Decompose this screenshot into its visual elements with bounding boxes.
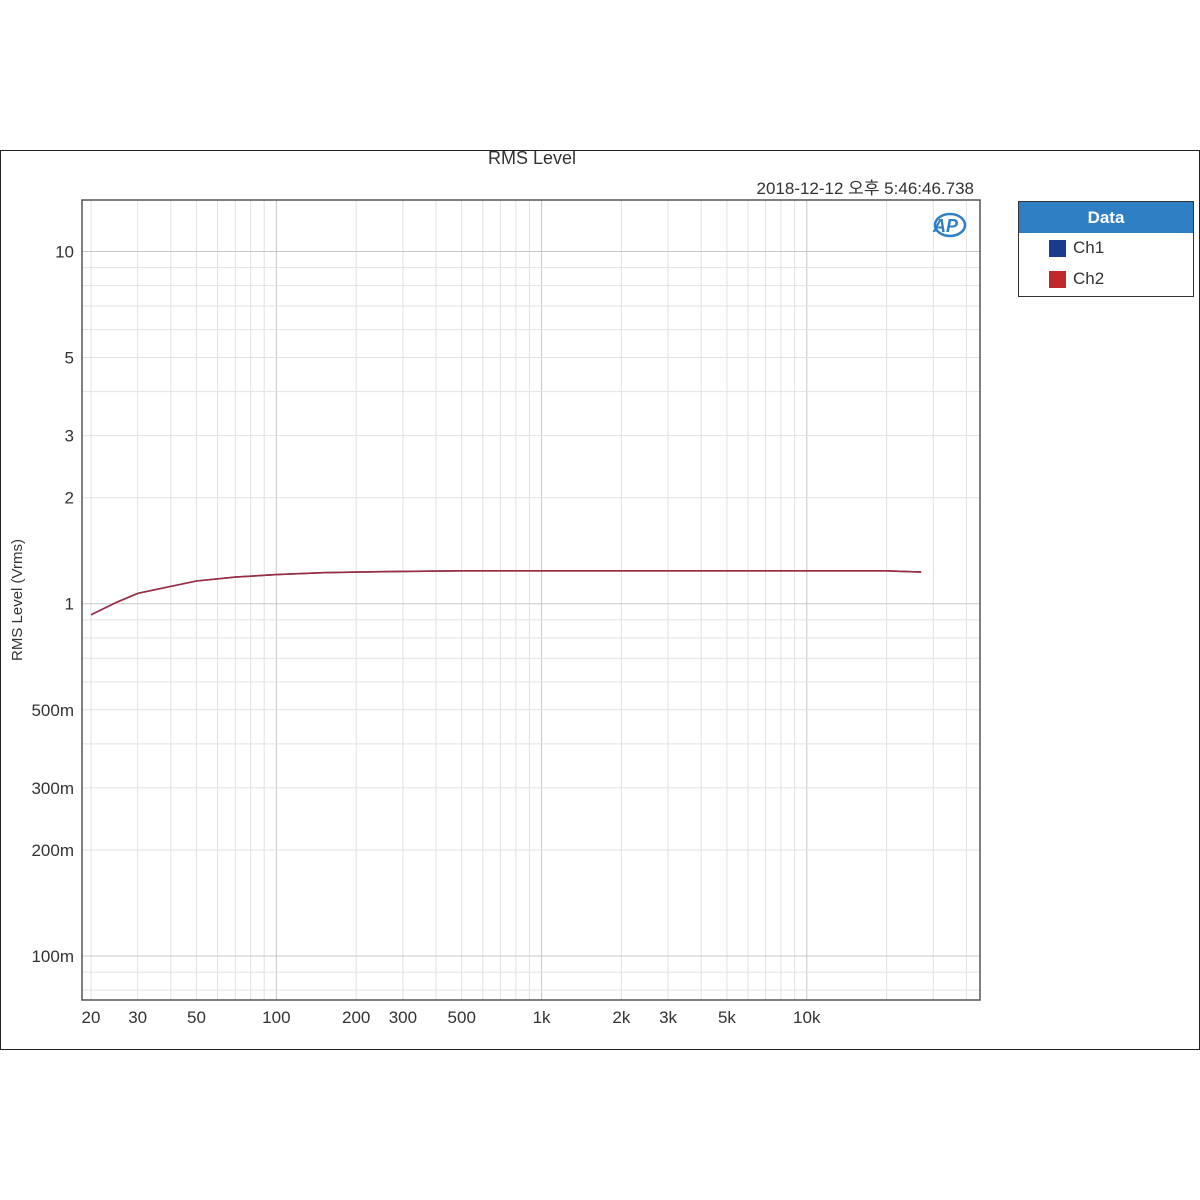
series-layer xyxy=(90,569,922,616)
y-tick-label: 1 xyxy=(65,595,74,614)
y-tick-label: 200m xyxy=(31,841,74,860)
legend-swatch-ch1 xyxy=(1049,240,1066,257)
x-tick-label: 200 xyxy=(342,1008,370,1027)
x-tick-label: 100 xyxy=(262,1008,290,1027)
y-tick-label: 100m xyxy=(31,947,74,966)
ap-logo-icon: AP xyxy=(932,212,967,238)
legend-swatch-ch2 xyxy=(1049,271,1066,288)
chart-canvas: 20 30 50 100 200 300 500 1k 2k 3k 5k 10k 10 5 3 2 1 500m 3… xyxy=(9,199,981,1027)
grid-lines xyxy=(82,200,980,1000)
legend-label-ch1: Ch1 xyxy=(1073,238,1105,257)
series-line-ch2 xyxy=(90,569,922,616)
x-tick-label: 3k xyxy=(659,1008,677,1027)
x-tick-label: 30 xyxy=(128,1008,147,1027)
legend-label-ch2: Ch2 xyxy=(1073,269,1105,288)
x-tick-label: 300 xyxy=(389,1008,417,1027)
y-tick-label: 300m xyxy=(31,779,74,798)
legend-item-ch1[interactable]: Ch1 xyxy=(1019,233,1193,264)
y-tick-label: 2 xyxy=(65,489,74,508)
y-tick-label: 3 xyxy=(65,427,74,446)
x-tick-label: 10k xyxy=(793,1008,821,1027)
legend: Data Ch1 Ch2 xyxy=(1018,201,1194,297)
plot-area-border xyxy=(81,199,981,1001)
legend-item-ch2[interactable]: Ch2 xyxy=(1019,264,1193,295)
series-line-ch1 xyxy=(90,569,922,616)
x-tick-label: 2k xyxy=(612,1008,630,1027)
y-tick-label: 10 xyxy=(55,242,74,261)
x-tick-label: 500 xyxy=(448,1008,476,1027)
legend-title: Data xyxy=(1019,202,1193,233)
y-tick-label: 500m xyxy=(31,701,74,720)
x-tick-label: 1k xyxy=(533,1008,551,1027)
y-axis-label: RMS Level (Vrms) xyxy=(9,539,26,661)
ap-logo-text: AP xyxy=(932,216,959,236)
x-tick-label: 50 xyxy=(187,1008,206,1027)
x-tick-label: 5k xyxy=(718,1008,736,1027)
x-tick-label: 20 xyxy=(82,1008,101,1027)
y-tick-label: 5 xyxy=(65,349,74,368)
axis-ticks: 20 30 50 100 200 300 500 1k 2k 3k 5k 10k 10 5 3 2 1 500m 3… xyxy=(31,242,820,1027)
